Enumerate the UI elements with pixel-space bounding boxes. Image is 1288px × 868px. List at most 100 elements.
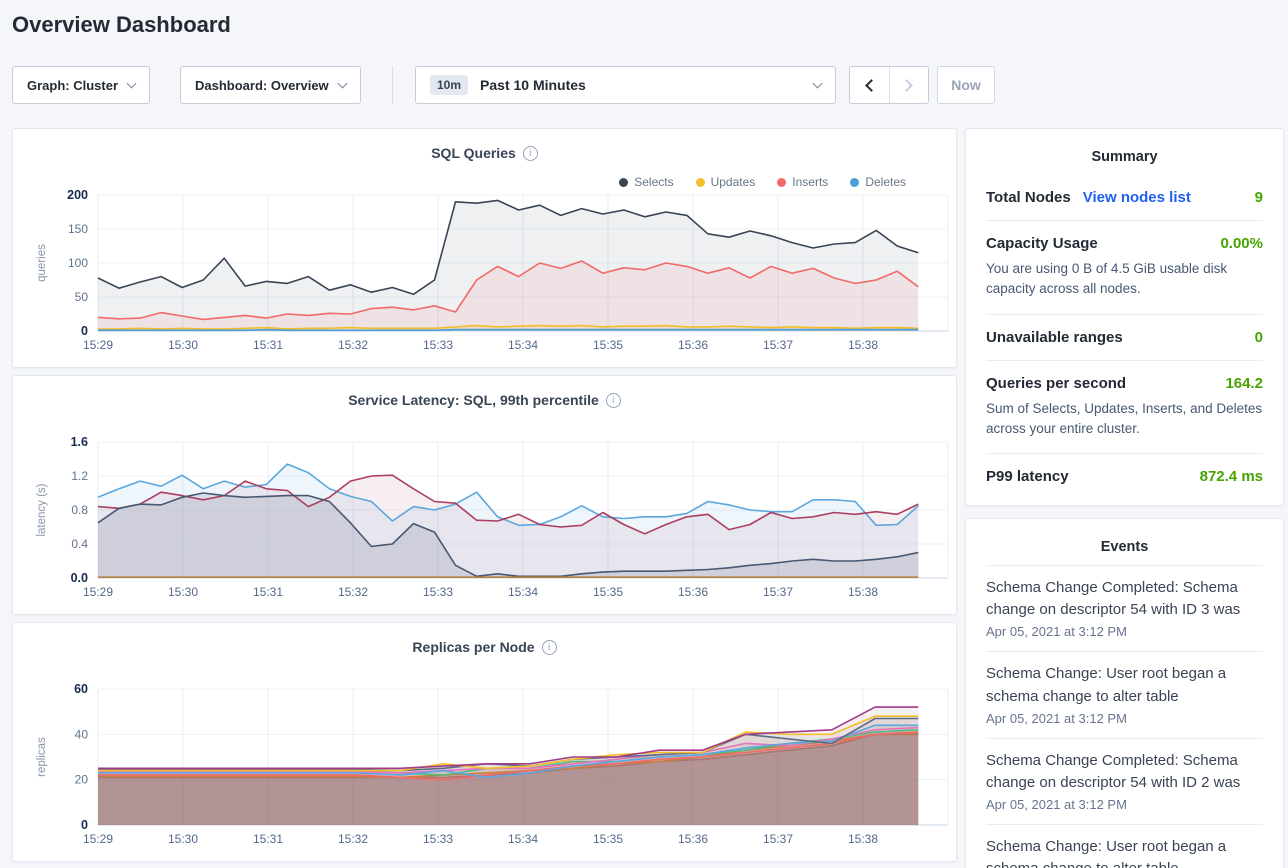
summary-row-unavailable-ranges: Unavailable ranges 0 bbox=[986, 314, 1263, 360]
events-title: Events bbox=[986, 533, 1263, 565]
event-timestamp: Apr 05, 2021 at 3:12 PM bbox=[986, 797, 1263, 812]
svg-text:15:36: 15:36 bbox=[678, 832, 708, 846]
svg-text:0: 0 bbox=[81, 324, 88, 338]
svg-text:15:32: 15:32 bbox=[338, 585, 368, 599]
svg-text:100: 100 bbox=[68, 256, 88, 270]
svg-text:15:31: 15:31 bbox=[253, 338, 283, 352]
time-range-label: Past 10 Minutes bbox=[480, 77, 586, 93]
summary-row-capacity: Capacity Usage 0.00% You are using 0 B o… bbox=[986, 220, 1263, 314]
event-item[interactable]: Schema Change: User root began a schema … bbox=[986, 651, 1263, 737]
view-nodes-list-link[interactable]: View nodes list bbox=[1083, 189, 1191, 206]
svg-text:1.2: 1.2 bbox=[71, 469, 88, 483]
svg-text:15:35: 15:35 bbox=[593, 585, 623, 599]
svg-text:15:30: 15:30 bbox=[168, 338, 198, 352]
toolbar: Graph: Cluster Dashboard: Overview 10m P… bbox=[0, 66, 1288, 104]
capacity-description: You are using 0 B of 4.5 GiB usable disk… bbox=[986, 259, 1263, 300]
svg-text:15:30: 15:30 bbox=[168, 832, 198, 846]
summary-title: Summary bbox=[986, 143, 1263, 175]
info-icon[interactable]: i bbox=[542, 640, 557, 655]
event-item[interactable]: Schema Change Completed: Schema change o… bbox=[986, 738, 1263, 824]
event-text: Schema Change: User root began a schema … bbox=[986, 663, 1263, 707]
capacity-label: Capacity Usage bbox=[986, 235, 1098, 252]
chevron-down-icon bbox=[337, 78, 347, 88]
service-latency-chart[interactable]: 0.0 0.4 0.8 1.2 1.6 15:29 15:30 15:31 15:32 15:33… bbox=[13, 434, 956, 604]
now-button[interactable]: Now bbox=[937, 66, 995, 104]
p99-latency-value: 872.4 ms bbox=[1200, 468, 1263, 485]
svg-text:15:32: 15:32 bbox=[338, 832, 368, 846]
svg-text:15:35: 15:35 bbox=[593, 338, 623, 352]
svg-text:15:34: 15:34 bbox=[508, 832, 538, 846]
capacity-value: 0.00% bbox=[1220, 235, 1263, 252]
unavailable-ranges-value: 0 bbox=[1255, 329, 1263, 346]
chevron-down-icon bbox=[813, 78, 823, 88]
event-item[interactable]: Schema Change Completed: Schema change o… bbox=[986, 565, 1263, 651]
legend-dot-icon bbox=[619, 178, 628, 187]
svg-text:40: 40 bbox=[75, 727, 89, 741]
svg-text:200: 200 bbox=[67, 188, 88, 202]
svg-text:15:32: 15:32 bbox=[338, 338, 368, 352]
event-timestamp: Apr 05, 2021 at 3:12 PM bbox=[986, 624, 1263, 639]
info-icon[interactable]: i bbox=[523, 146, 538, 161]
svg-text:1.6: 1.6 bbox=[71, 435, 88, 449]
svg-text:15:31: 15:31 bbox=[253, 585, 283, 599]
svg-text:15:36: 15:36 bbox=[678, 338, 708, 352]
svg-text:15:34: 15:34 bbox=[508, 585, 538, 599]
dashboard-selector-dropdown[interactable]: Dashboard: Overview bbox=[180, 66, 361, 104]
chart-title: Replicas per Node bbox=[412, 639, 534, 655]
qps-label: Queries per second bbox=[986, 375, 1126, 392]
svg-text:0.8: 0.8 bbox=[71, 503, 88, 517]
svg-text:60: 60 bbox=[74, 682, 88, 696]
chart-card-sql-queries: SQL Queries i SelectsUpdatesInsertsDelet… bbox=[12, 128, 957, 368]
prev-range-button[interactable] bbox=[850, 67, 889, 103]
qps-description: Sum of Selects, Updates, Inserts, and De… bbox=[986, 399, 1263, 440]
svg-text:50: 50 bbox=[75, 290, 89, 304]
svg-text:15:34: 15:34 bbox=[508, 338, 538, 352]
qps-value: 164.2 bbox=[1225, 375, 1263, 392]
svg-text:20: 20 bbox=[75, 773, 89, 787]
summary-panel: Summary Total Nodes View nodes list 9 Ca… bbox=[965, 128, 1284, 506]
legend-dot-icon bbox=[696, 178, 705, 187]
next-range-button[interactable] bbox=[889, 67, 928, 103]
svg-text:15:33: 15:33 bbox=[423, 585, 453, 599]
svg-text:15:33: 15:33 bbox=[423, 338, 453, 352]
svg-text:15:30: 15:30 bbox=[168, 585, 198, 599]
info-icon[interactable]: i bbox=[606, 393, 621, 408]
sql-queries-chart[interactable]: 05010015020015:2915:3015:3115:3215:3315:… bbox=[13, 187, 956, 357]
svg-text:15:37: 15:37 bbox=[763, 832, 793, 846]
time-range-dropdown[interactable]: 10m Past 10 Minutes bbox=[415, 66, 836, 104]
time-step-buttons bbox=[849, 66, 929, 104]
svg-text:0.0: 0.0 bbox=[71, 571, 88, 585]
svg-text:0: 0 bbox=[81, 818, 88, 832]
chart-title: SQL Queries bbox=[431, 145, 516, 161]
svg-text:0.4: 0.4 bbox=[71, 537, 88, 551]
total-nodes-label: Total Nodes bbox=[986, 189, 1071, 206]
event-item[interactable]: Schema Change: User root began a schema … bbox=[986, 824, 1263, 868]
event-text: Schema Change: User root began a schema … bbox=[986, 836, 1263, 868]
svg-text:15:37: 15:37 bbox=[763, 338, 793, 352]
legend-dot-icon bbox=[777, 178, 786, 187]
event-text: Schema Change Completed: Schema change o… bbox=[986, 577, 1263, 621]
svg-text:15:29: 15:29 bbox=[83, 585, 113, 599]
chevron-down-icon bbox=[127, 78, 137, 88]
summary-row-qps: Queries per second 164.2 Sum of Selects,… bbox=[986, 360, 1263, 454]
toolbar-divider bbox=[392, 66, 393, 104]
svg-text:15:37: 15:37 bbox=[763, 585, 793, 599]
chevron-right-icon bbox=[901, 79, 914, 92]
svg-text:15:29: 15:29 bbox=[83, 338, 113, 352]
graph-selector-dropdown[interactable]: Graph: Cluster bbox=[12, 66, 150, 104]
event-text: Schema Change Completed: Schema change o… bbox=[986, 750, 1263, 794]
svg-text:queries: queries bbox=[36, 244, 48, 282]
svg-text:replicas: replicas bbox=[36, 737, 48, 777]
page-title: Overview Dashboard bbox=[12, 12, 231, 38]
chart-card-service-latency: Service Latency: SQL, 99th percentile i … bbox=[12, 375, 957, 615]
svg-text:15:38: 15:38 bbox=[848, 585, 878, 599]
unavailable-ranges-label: Unavailable ranges bbox=[986, 329, 1123, 346]
replicas-per-node-chart[interactable]: 0 20 40 60 15:29 15:30 15:31 15:32 15:33 15:34 15:… bbox=[13, 681, 956, 851]
chart-title: Service Latency: SQL, 99th percentile bbox=[348, 392, 599, 408]
svg-text:15:29: 15:29 bbox=[83, 832, 113, 846]
svg-text:latency (s): latency (s) bbox=[36, 483, 48, 536]
charts-column: SQL Queries i SelectsUpdatesInsertsDelet… bbox=[12, 128, 957, 868]
svg-text:15:33: 15:33 bbox=[423, 832, 453, 846]
summary-row-total-nodes: Total Nodes View nodes list 9 bbox=[986, 175, 1263, 220]
svg-text:15:31: 15:31 bbox=[253, 832, 283, 846]
